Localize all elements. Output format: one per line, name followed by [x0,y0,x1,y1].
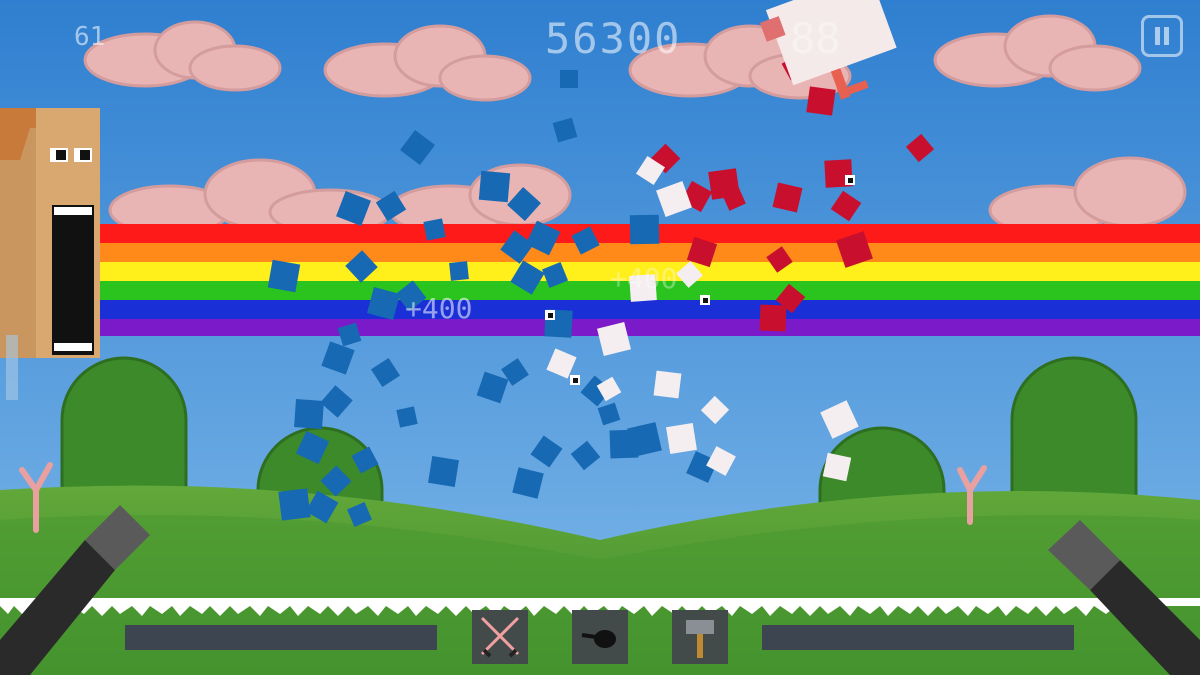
feather-particle [478,170,511,203]
feather-particle [629,214,660,245]
score-popup: +400 [405,292,473,325]
feather-particle [759,304,787,332]
feather-particle [278,488,311,521]
feather-particle [267,259,301,293]
feather-particle [449,261,469,281]
score-display: 56300 [545,14,682,63]
hammer-icon [686,620,714,658]
feather-particle [653,370,682,399]
feather-particle [428,456,459,487]
crossed-swords-icon [480,616,520,658]
bird-pupil [573,378,578,383]
feather-particle [294,399,324,429]
left-power-bar [125,625,437,650]
feather-particle [806,86,836,116]
bird-pupil [848,178,853,183]
frying-pan-icon [581,630,616,648]
feather-particle [822,452,852,482]
feather-particle [396,406,418,428]
weapon-slot-pan[interactable] [572,610,628,664]
giant-head [0,108,100,400]
weapon-slot-hammer[interactable] [672,610,728,664]
combo-score: 88 [790,14,841,63]
pause-button[interactable] [1141,15,1183,57]
game-scene [0,0,1200,675]
bird-pupil [703,298,708,303]
right-power-bar [762,625,1074,650]
fps-counter: 61 [74,22,106,52]
feather-particle [423,218,446,241]
weapon-slot-swords[interactable] [472,610,528,664]
bird-pupil [548,313,553,318]
feather-particle [666,423,697,454]
feather-particle [560,70,578,88]
score-popup: +400 [610,262,678,295]
